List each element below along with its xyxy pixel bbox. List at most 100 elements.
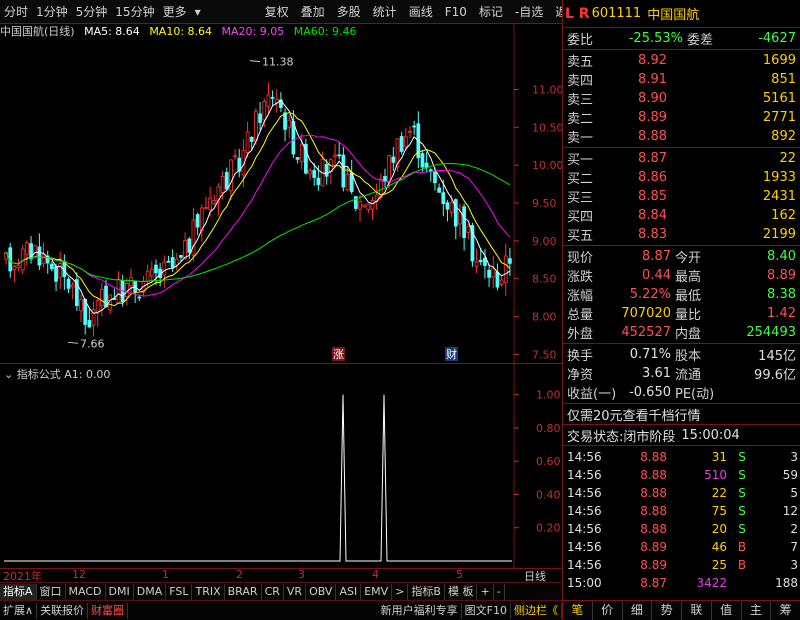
price-chart-panel[interactable]: 11.00 10.50 10.00 9.50 9.00 8.50 8.00 7.50 11.38… [0,24,564,364]
toolbar-action-button[interactable]: 画线 [405,1,437,23]
order-book-label: 买五 [567,229,594,244]
tick-volume: 510 [704,468,727,482]
ma5-line [14,99,511,314]
indicator-tab[interactable]: VR [284,583,307,600]
order-book-row[interactable]: 卖二 8.89 2771 [563,108,800,127]
right-tab[interactable]: 筹 [771,601,800,620]
indicator-tab[interactable]: CR [262,583,284,600]
period-button[interactable]: 分时 [0,1,32,23]
order-book-row[interactable]: 买二 8.86 1933 [563,168,800,187]
right-tab[interactable]: 笔 [563,601,593,620]
candle [316,177,321,186]
candle [412,125,417,128]
toolbar-action-button[interactable]: 统计 [369,1,401,23]
candle [445,202,450,210]
candle [137,296,142,299]
period-button[interactable]: 更多 [159,1,191,23]
candle [16,265,21,268]
right-tab[interactable]: 主 [742,601,772,620]
tick-row[interactable]: 14:56 8.89 46 B 7 [563,538,800,556]
collapse-icon[interactable]: ⌄ [4,368,13,381]
indicator-tab[interactable]: 指标B [408,583,445,600]
tick-list[interactable]: 14:56 8.88 31 S 3 14:56 8.88 510 S 59 14:56 8.88 22 S… [563,446,800,592]
indicator-tab[interactable]: > [392,583,409,600]
quote-label: 内盘 [675,327,702,342]
indicator-tab[interactable]: BRAR [225,583,262,600]
order-book-price: 8.91 [638,72,667,87]
f10-button[interactable]: 图文F10 [462,602,511,619]
period-button[interactable]: 1分钟 [32,1,72,23]
indicator-tab[interactable]: DMI [106,583,134,600]
y-tick-label: 8.50 [532,273,557,286]
right-tab[interactable]: 价 [593,601,623,620]
indicator-tab[interactable]: 模 板 [445,583,478,600]
toolbar-action-button[interactable]: 叠加 [297,1,329,23]
tick-row[interactable]: 14:56 8.88 510 S 59 [563,466,800,484]
indicator-tab[interactable]: + [477,583,494,600]
right-tab[interactable]: 值 [712,601,742,620]
right-tab[interactable]: 联 [682,601,712,620]
indicator-tab[interactable]: TRIX [192,583,225,600]
period-button[interactable]: 15分钟 [111,1,158,23]
indicator-tab[interactable]: 窗口 [37,583,66,600]
order-book-row[interactable]: 买四 8.84 162 [563,206,800,225]
candle [337,154,342,157]
indicator-tab[interactable]: ASI [336,583,362,600]
zhang-badge-text: 涨 [333,348,344,361]
indicator-tab[interactable]: DMA [134,583,167,600]
tick-volume: 3422 [696,576,727,590]
indicator-tab[interactable]: EMV [361,583,393,600]
tick-row[interactable]: 15:00 8.87 3422 188 [563,574,800,592]
tick-row[interactable]: 14:56 8.89 25 B 3 [563,556,800,574]
tick-row[interactable]: 14:56 8.88 75 S 12 [563,502,800,520]
order-book-volume: 851 [771,72,796,87]
tick-row[interactable]: 14:56 8.88 31 S 3 [563,448,800,466]
expand-button[interactable]: 扩展∧ [0,602,38,619]
quote-label: 量比 [675,308,702,323]
indicator-tab[interactable]: 指标A [0,583,37,600]
indicator-panel[interactable]: 1.00 0.80 0.60 0.40 0.20 [0,364,562,568]
order-book-row[interactable]: 卖三 8.90 5161 [563,89,800,108]
toolbar-action-button[interactable]: 多股 [333,1,365,23]
candle [474,261,479,267]
right-tab[interactable]: 细 [623,601,653,620]
quote-value: 1.42 [767,306,796,321]
order-book-row[interactable]: 买三 8.85 2431 [563,187,800,206]
stock-code: 601111 [591,6,642,21]
candle [179,255,183,258]
tick-row[interactable]: 14:56 8.88 22 S 5 [563,484,800,502]
indicator-y-tick-label: 0.60 [536,455,561,468]
indicator-y-tick-label: 1.00 [536,389,561,402]
indicator-tab[interactable]: MACD [66,583,106,600]
tick-count: 59 [782,468,798,482]
toolbar-action-button[interactable]: -自选 [511,1,547,23]
indicator-tab[interactable]: OBV [306,583,337,600]
promo-text[interactable]: 仅需20元查看千档行情 [567,405,701,424]
order-book-row[interactable]: 卖四 8.91 851 [563,70,800,89]
toolbar-action-button[interactable]: 标记 [475,1,507,23]
more-dropdown-icon[interactable]: ▾ [191,1,205,23]
tick-row[interactable]: 14:56 8.88 20 S 2 [563,520,800,538]
indicator-tab[interactable]: FSL [166,583,193,600]
promo-row[interactable]: 仅需20元查看千档行情 [563,404,800,425]
order-book-row[interactable]: 卖五 8.92 1699 [563,51,800,70]
stock-header: L R 601111 中国国航 [563,0,800,28]
order-book-row[interactable]: 买一 8.87 22 [563,149,800,168]
toolbar-action-button[interactable]: F10 [441,1,471,23]
indicator-tab[interactable]: - [494,583,505,600]
candle [366,203,371,210]
wealth-circle-button[interactable]: 财富圈 [88,602,129,619]
new-user-promo-link[interactable]: 新用户福利专享 [378,602,462,619]
toolbar-action-button[interactable]: 复权 [261,1,293,23]
period-button[interactable]: 5分钟 [72,1,112,23]
order-book-label: 买二 [567,172,594,187]
related-quote-button[interactable]: 关联报价 [37,602,89,619]
sidebar-toggle-button[interactable]: 侧边栏《 [511,602,562,619]
trade-status-value: 闭市阶段 [623,429,676,445]
order-book-row[interactable]: 卖一 8.88 892 [563,127,800,146]
tick-direction: S [738,468,746,482]
right-tab[interactable]: 势 [652,601,682,620]
order-book-volume: 22 [779,151,796,166]
indicator-tab-bar: 指标A 窗口 MACD DMI DMA FSL TRIX BRAR CR VR OBV ASI EMV >… [0,582,562,600]
order-book-row[interactable]: 买五 8.83 2199 [563,225,800,244]
